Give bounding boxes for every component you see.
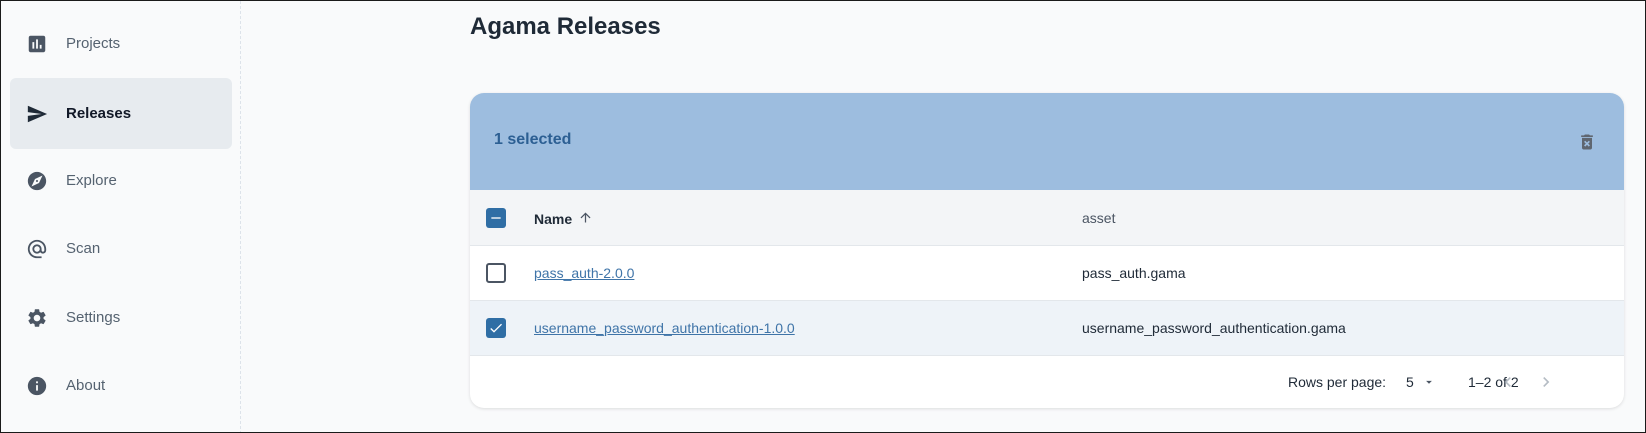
sidebar-item-about[interactable]: About [10, 350, 232, 421]
column-header-label: Name [534, 211, 573, 227]
rows-per-page-label: Rows per page: [1288, 374, 1387, 390]
rows-per-page-value: 5 [1406, 374, 1414, 390]
compass-icon [26, 170, 48, 192]
asset-cell: username_password_authentication.gama [1082, 320, 1346, 336]
chart-icon [26, 33, 48, 55]
sidebar-item-scan[interactable]: Scan [10, 213, 232, 284]
gear-icon [26, 307, 48, 329]
release-link[interactable]: username_password_authentication-1.0.0 [534, 320, 795, 336]
sidebar-item-label: About [66, 377, 106, 394]
sidebar-item-label: Explore [66, 172, 117, 189]
sidebar-item-releases[interactable]: Releases [10, 78, 232, 149]
page-title: Agama Releases [470, 13, 661, 40]
releases-table-card: 1 selected Name asset pass_auth-2.0.0 pa… [470, 93, 1624, 408]
sidebar-item-label: Projects [66, 35, 121, 52]
arrow-up-icon [578, 210, 593, 228]
table-header: Name asset [470, 190, 1624, 246]
send-icon [26, 103, 48, 125]
column-header-asset[interactable]: asset [1082, 210, 1115, 226]
previous-page-button[interactable] [1496, 370, 1520, 394]
trash-icon [1581, 134, 1593, 150]
chevron-right-icon [1543, 377, 1550, 387]
sidebar: Projects Releases Explore Scan Settings [1, 1, 241, 432]
row-checkbox[interactable] [486, 318, 506, 338]
delete-button[interactable] [1574, 129, 1600, 155]
table-row: username_password_authentication-1.0.0 u… [470, 301, 1624, 356]
sidebar-item-settings[interactable]: Settings [10, 282, 232, 353]
row-checkbox[interactable] [486, 263, 506, 283]
select-all-checkbox[interactable] [486, 208, 506, 228]
selected-count: 1 selected [494, 131, 572, 148]
sidebar-item-projects[interactable]: Projects [10, 8, 232, 79]
chevron-left-icon [1504, 377, 1511, 387]
next-page-button[interactable] [1534, 370, 1558, 394]
release-link[interactable]: pass_auth-2.0.0 [534, 265, 634, 281]
rows-per-page-select[interactable]: 5 [1406, 371, 1436, 393]
sidebar-item-explore[interactable]: Explore [10, 145, 232, 216]
caret-down-icon [1425, 380, 1432, 384]
target-icon [26, 238, 48, 260]
selection-toolbar: 1 selected [470, 93, 1624, 190]
info-icon [26, 375, 48, 397]
table-row: pass_auth-2.0.0 pass_auth.gama [470, 246, 1624, 301]
table-pagination: Rows per page: 5 1–2 of 2 [470, 356, 1624, 408]
asset-cell: pass_auth.gama [1082, 265, 1186, 281]
sidebar-item-label: Settings [66, 309, 121, 326]
sidebar-item-label: Releases [66, 105, 132, 122]
check-icon [490, 323, 502, 333]
indeterminate-icon [491, 217, 501, 219]
column-header-name[interactable]: Name [534, 210, 593, 228]
app-window: Projects Releases Explore Scan Settings [0, 0, 1646, 433]
sidebar-item-label: Scan [66, 240, 101, 257]
